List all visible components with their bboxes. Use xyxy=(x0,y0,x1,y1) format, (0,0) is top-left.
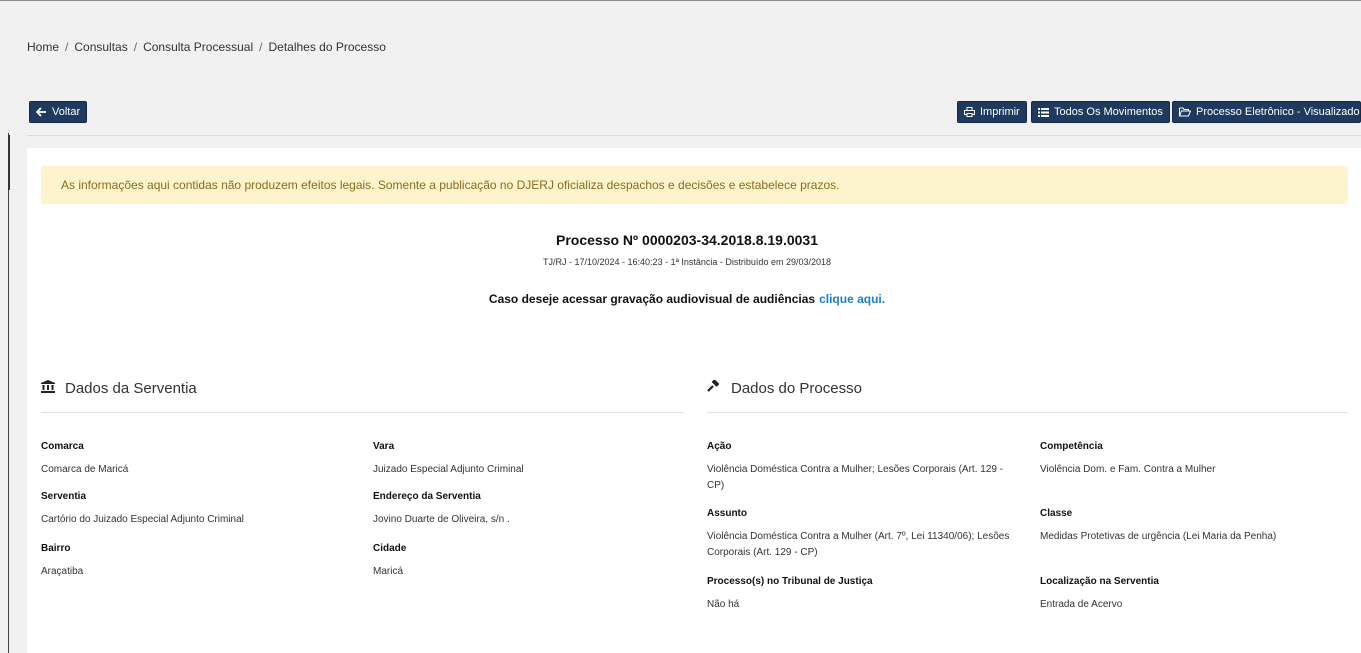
all-movements-button[interactable]: Todos Os Movimentos xyxy=(1031,101,1170,123)
serventia-value: Cartório do Juizado Especial Adjunto Cri… xyxy=(41,514,244,525)
endereco-label: Endereço da Serventia xyxy=(373,491,481,502)
field-bairro: Bairro Araçatiba xyxy=(41,543,351,580)
classe-value: Medidas Protetivas de urgência (Lei Mari… xyxy=(1040,531,1277,542)
legal-disclaimer-alert: As informações aqui contidas não produze… xyxy=(41,166,1348,204)
acao-label: Ação xyxy=(707,441,732,452)
tribunal-label: Processo(s) no Tribunal de Justiça xyxy=(707,576,873,587)
assunto-value: Violência Doméstica Contra a Mulher (Art… xyxy=(707,531,1010,558)
processo-heading-text: Dados do Processo xyxy=(731,380,862,397)
field-serventia: Serventia Cartório do Juizado Especial A… xyxy=(41,491,351,528)
all-movements-button-label: Todos Os Movimentos xyxy=(1054,106,1163,118)
window-top-border xyxy=(0,0,1361,1)
print-button-label: Imprimir xyxy=(980,106,1020,118)
field-vara: Vara Juizado Especial Adjunto Criminal xyxy=(373,441,683,478)
assunto-label: Assunto xyxy=(707,508,747,519)
serventia-heading-text: Dados da Serventia xyxy=(65,380,197,397)
breadcrumb-separator: / xyxy=(65,40,69,54)
bank-icon xyxy=(41,380,55,397)
serventia-section-heading: Dados da Serventia xyxy=(41,380,197,397)
cidade-label: Cidade xyxy=(373,543,407,554)
classe-label: Classe xyxy=(1040,508,1073,519)
field-assunto: Assunto Violência Doméstica Contra a Mul… xyxy=(707,508,1012,561)
left-edge-marker xyxy=(8,135,10,190)
breadcrumb-consulta-processual[interactable]: Consulta Processual xyxy=(143,40,253,54)
folder-open-icon xyxy=(1179,107,1191,117)
field-acao: Ação Violência Doméstica Contra a Mulher… xyxy=(707,441,1012,494)
field-cidade: Cidade Maricá xyxy=(373,543,683,580)
breadcrumb-home[interactable]: Home xyxy=(27,40,59,54)
electronic-process-viewer-label: Processo Eletrônico - Visualizador xyxy=(1196,106,1361,118)
field-endereco: Endereço da Serventia Jovino Duarte de O… xyxy=(373,491,683,528)
competencia-value: Violência Dom. e Fam. Contra a Mulher xyxy=(1040,464,1216,475)
field-comarca: Comarca Comarca de Maricá xyxy=(41,441,351,478)
audiovisual-access-line: Caso deseje acessar gravação audiovisual… xyxy=(27,292,1347,306)
audiovisual-access-link[interactable]: clique aqui. xyxy=(819,292,885,306)
toolbar-divider xyxy=(27,135,1361,136)
back-button-label: Voltar xyxy=(52,106,81,118)
left-edge-rule xyxy=(8,133,9,653)
field-localizacao: Localização na Serventia Entrada de Acer… xyxy=(1040,576,1345,613)
print-button[interactable]: Imprimir xyxy=(957,101,1027,123)
acao-value: Violência Doméstica Contra a Mulher; Les… xyxy=(707,464,1004,491)
comarca-value: Comarca de Maricá xyxy=(41,464,129,475)
processo-section-divider xyxy=(707,412,1348,413)
localizacao-value: Entrada de Acervo xyxy=(1040,599,1123,610)
process-details-card: As informações aqui contidas não produze… xyxy=(27,148,1361,653)
field-classe: Classe Medidas Protetivas de urgência (L… xyxy=(1040,508,1345,545)
processo-section-heading: Dados do Processo xyxy=(707,379,862,397)
endereco-value: Jovino Duarte de Oliveira, s/n . xyxy=(373,514,510,525)
localizacao-label: Localização na Serventia xyxy=(1040,576,1159,587)
vara-value: Juizado Especial Adjunto Criminal xyxy=(373,464,524,475)
breadcrumb-separator: / xyxy=(259,40,263,54)
field-tribunal: Processo(s) no Tribunal de Justiça Não h… xyxy=(707,576,1012,613)
printer-icon xyxy=(964,107,975,117)
back-button[interactable]: Voltar xyxy=(29,101,88,123)
electronic-process-viewer-button[interactable]: Processo Eletrônico - Visualizador xyxy=(1172,101,1361,123)
breadcrumb: Home / Consultas / Consulta Processual / Detal… xyxy=(27,40,386,54)
comarca-label: Comarca xyxy=(41,441,84,452)
process-number-title: Processo Nº 0000203-34.2018.8.19.0031 xyxy=(556,232,818,248)
vara-label: Vara xyxy=(373,441,395,452)
cidade-value: Maricá xyxy=(373,566,404,577)
list-icon xyxy=(1038,107,1049,117)
arrow-left-icon xyxy=(36,107,47,117)
serventia-label: Serventia xyxy=(41,491,87,502)
breadcrumb-current: Detalhes do Processo xyxy=(268,40,386,54)
tribunal-value: Não há xyxy=(707,599,740,610)
bairro-label: Bairro xyxy=(41,543,71,554)
legal-disclaimer-text: As informações aqui contidas não produze… xyxy=(61,178,840,192)
breadcrumb-separator: / xyxy=(133,40,138,54)
breadcrumb-consultas[interactable]: Consultas xyxy=(74,40,127,54)
audiovisual-access-text: Caso deseje acessar gravação audiovisual… xyxy=(488,292,816,306)
process-subtitle: TJ/RJ - 17/10/2024 - 16:40:23 - 1ª Instâ… xyxy=(543,257,831,267)
field-competencia: Competência Violência Dom. e Fam. Contra… xyxy=(1040,441,1345,478)
competencia-label: Competência xyxy=(1040,441,1103,452)
bairro-value: Araçatiba xyxy=(41,566,84,577)
gavel-icon xyxy=(707,379,721,397)
serventia-section-divider xyxy=(41,412,684,413)
